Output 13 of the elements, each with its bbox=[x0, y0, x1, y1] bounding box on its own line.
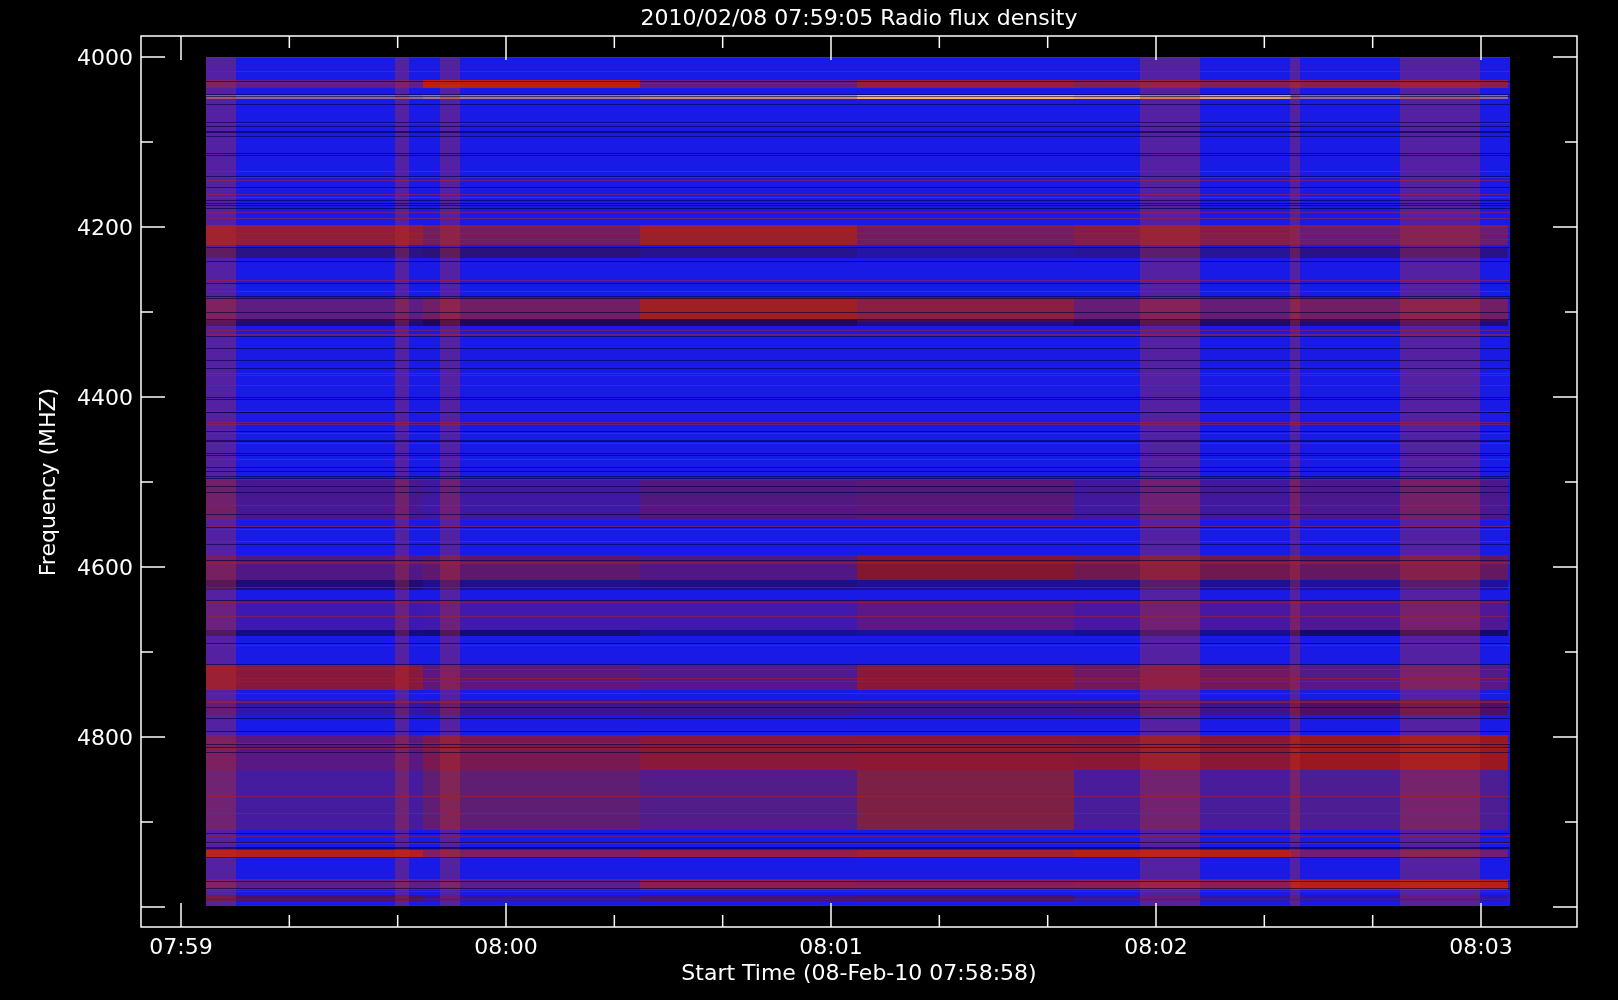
x-axis-label: Start Time (08-Feb-10 07:58:58) bbox=[681, 960, 1037, 985]
x-tick-label: 08:01 bbox=[799, 934, 863, 959]
x-tick-label: 08:02 bbox=[1124, 934, 1188, 959]
x-tick-label: 08:00 bbox=[474, 934, 538, 959]
y-axis-label: Frequency (MHZ) bbox=[35, 387, 60, 577]
y-tick-label: 4200 bbox=[77, 215, 133, 240]
x-tick-label: 08:03 bbox=[1449, 934, 1513, 959]
y-tick-label: 4800 bbox=[77, 725, 133, 750]
y-tick-label: 4000 bbox=[77, 45, 133, 70]
x-tick-label: 07:59 bbox=[149, 934, 213, 959]
y-tick-label: 4400 bbox=[77, 385, 133, 410]
chart-title: 2010/02/08 07:59:05 Radio flux density bbox=[640, 5, 1078, 30]
y-tick-label: 4600 bbox=[77, 555, 133, 580]
